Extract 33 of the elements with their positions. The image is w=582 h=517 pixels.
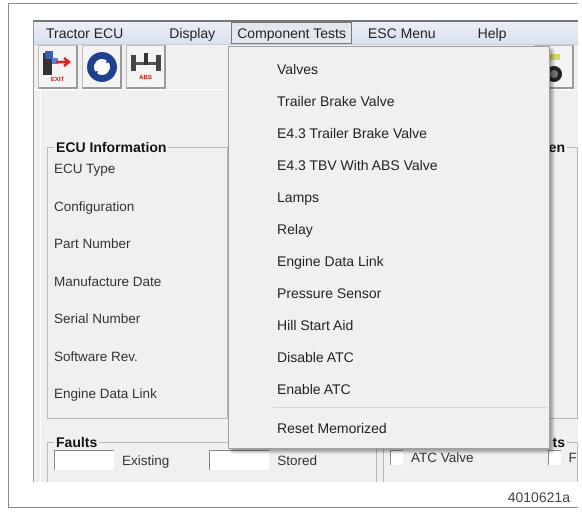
field-label: Part Number xyxy=(54,235,132,253)
indicator-label: Stored xyxy=(277,452,318,468)
menu-option[interactable]: Lamps xyxy=(229,181,549,213)
menu-item[interactable]: Component Tests xyxy=(231,22,352,44)
group-title: ECU Information xyxy=(55,139,168,155)
checkbox-label: ATC Valve xyxy=(411,450,474,465)
field-label: Software Rev. xyxy=(54,348,139,366)
field-label: Serial Number xyxy=(54,310,142,328)
menu-option[interactable]: Relay xyxy=(229,213,549,245)
menu-option[interactable]: Hill Start Aid xyxy=(229,309,549,341)
field-label: Manufacture Date xyxy=(54,272,162,290)
group-title: en xyxy=(548,139,566,155)
menu-option[interactable]: Valves xyxy=(229,53,549,85)
menu-option[interactable]: E4.3 TBV With ABS Valve xyxy=(229,149,549,181)
menu-option[interactable]: Reset Memorized xyxy=(229,412,549,444)
field-label: Engine Data Link xyxy=(54,385,158,403)
menu-item[interactable]: ESC Menu xyxy=(362,22,442,44)
menu-option[interactable]: Enable ATC xyxy=(229,373,549,405)
menu-option[interactable]: Trailer Brake Valve xyxy=(229,85,549,117)
field-label: ECU Type xyxy=(54,160,116,178)
group-title: Faults xyxy=(55,434,98,450)
menu-item[interactable]: Tractor ECU xyxy=(40,22,130,44)
menu-item[interactable]: Display xyxy=(163,22,222,44)
menu-option[interactable]: Disable ATC xyxy=(229,341,549,373)
checkbox-label: F xyxy=(568,450,577,465)
menu-item[interactable]: Help xyxy=(472,22,512,44)
indicator-label: Existing xyxy=(122,452,170,468)
menu-option[interactable]: E4.3 Trailer Brake Valve xyxy=(229,117,549,149)
field-label: Configuration xyxy=(54,198,136,216)
menu-option[interactable]: Engine Data Link xyxy=(229,245,549,277)
figure-caption: 4010621a xyxy=(508,489,570,505)
group-title: ts xyxy=(552,434,566,450)
menu-option[interactable]: Pressure Sensor xyxy=(229,277,549,309)
